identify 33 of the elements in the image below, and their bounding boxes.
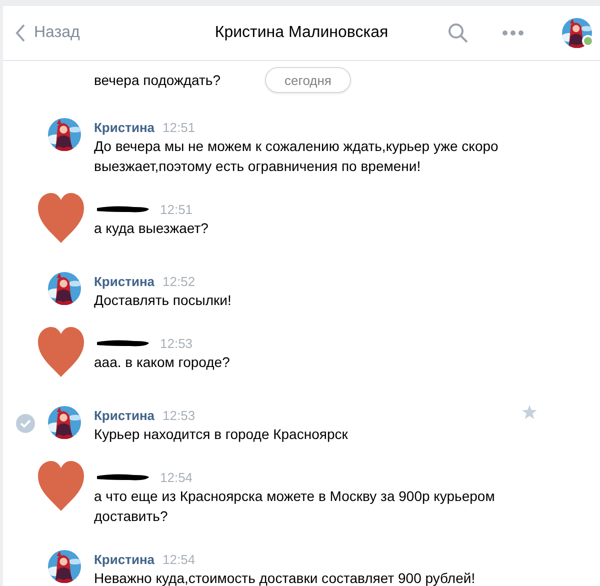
sender-name[interactable]: Кристина xyxy=(94,408,155,422)
message-text: а куда выезжает? xyxy=(94,219,210,238)
heart-icon xyxy=(38,461,84,511)
heart-icon xyxy=(38,193,84,243)
sender-name[interactable]: Кристина xyxy=(94,120,155,134)
message-text: ааа. в каком городе? xyxy=(94,353,231,372)
redaction-mark xyxy=(94,338,152,348)
message-time: 12:51 xyxy=(162,120,196,134)
message-time: 12:54 xyxy=(162,552,196,566)
more-icon[interactable] xyxy=(502,30,524,36)
redaction-mark xyxy=(94,472,152,482)
message-text: Неважно куда,стоимость доставки составляет 900 рублей! xyxy=(94,569,476,586)
date-divider: сегодня xyxy=(265,67,351,93)
message-text: Доставлять посылки! xyxy=(94,291,232,310)
message-time: 12:53 xyxy=(162,408,196,422)
message-time: 12:53 xyxy=(160,336,193,350)
message-text: вечера подождать? xyxy=(94,72,221,88)
message-text: Курьер находится в городе Красноярск xyxy=(94,425,349,444)
check-icon[interactable] xyxy=(16,414,35,433)
message-time: 12:51 xyxy=(160,202,193,216)
search-icon[interactable] xyxy=(448,23,468,43)
message-time: 12:54 xyxy=(160,470,193,484)
redaction-mark xyxy=(94,204,152,214)
chat-title: Кристина Малиновская xyxy=(214,24,388,41)
sender-name[interactable]: Кристина xyxy=(94,552,155,566)
back-button[interactable]: Назад xyxy=(15,23,80,43)
message-text: До вечера мы не можем к сожалению ждать,курьер уже скоро выезжает,поэтому есть огравничения по времени! xyxy=(94,137,500,176)
star-icon[interactable] xyxy=(522,405,537,419)
message-time: 12:52 xyxy=(162,274,196,288)
heart-icon xyxy=(38,327,84,377)
sender-name[interactable]: Кристина xyxy=(94,274,155,288)
back-icon xyxy=(15,23,26,43)
message-text: а что еще из Красноярска можете в Москву за 900р курьером доставить? xyxy=(94,487,496,526)
